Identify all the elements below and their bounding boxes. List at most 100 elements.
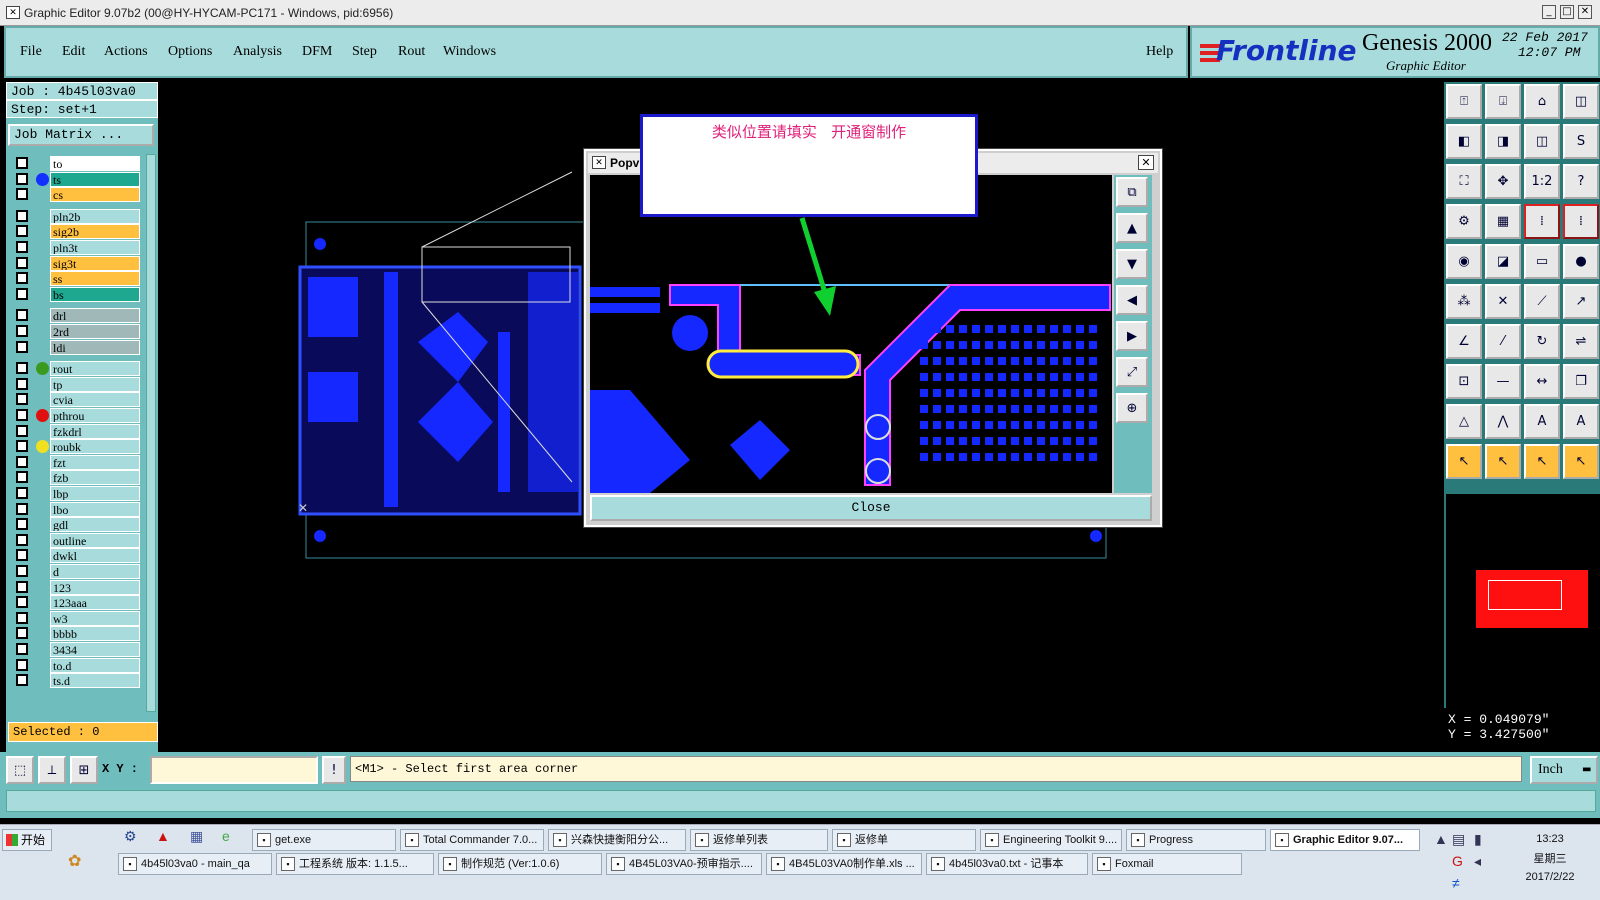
layer-checkbox[interactable] [16, 549, 28, 562]
layer-row[interactable]: bbbb [12, 626, 142, 642]
menu-actions[interactable]: Actions [104, 44, 148, 60]
popview-close-button[interactable]: Close [590, 495, 1152, 521]
layer-name[interactable]: dwkl [50, 548, 140, 564]
fit-screen-icon[interactable]: ⛶ [1446, 164, 1482, 199]
help-icon[interactable]: ? [1563, 164, 1599, 199]
menu-options[interactable]: Options [168, 44, 212, 60]
start-button[interactable]: 开始 [2, 829, 52, 851]
layer-name[interactable]: drl [50, 308, 140, 324]
pointer-multi-icon[interactable]: ↖ [1563, 444, 1599, 479]
layer-checkbox[interactable] [16, 643, 28, 655]
layer-checkbox[interactable] [16, 565, 28, 577]
layer-name[interactable]: lbp [50, 486, 140, 501]
layer-name[interactable]: ss [50, 271, 140, 287]
layer-name[interactable]: cvia [50, 392, 140, 408]
layer-row[interactable]: fzkdrl [12, 423, 142, 439]
layer-row[interactable]: pthrou [12, 408, 142, 423]
window-icon[interactable]: ◫ [1563, 84, 1599, 119]
popview-pan-left-icon[interactable]: ◀ [1116, 285, 1148, 315]
popview-fit-icon[interactable]: ⤢ [1116, 357, 1148, 387]
pointer-circle-icon[interactable]: ↖ [1524, 444, 1560, 479]
split-view-icon[interactable]: ◫ [1524, 124, 1560, 159]
layer-row[interactable]: w3 [12, 610, 142, 626]
mini-map[interactable] [1444, 494, 1600, 708]
panel-top-icon[interactable]: ⍐ [1446, 84, 1482, 119]
popview-pan-right-icon[interactable]: ▶ [1116, 321, 1148, 351]
layers-icon[interactable]: ⁞ [1524, 204, 1560, 239]
tray-app-icon[interactable]: G [1452, 853, 1463, 869]
popview-pan-down-icon[interactable]: ▼ [1116, 249, 1148, 279]
menu-step[interactable]: Step [352, 44, 377, 60]
layer-checkbox[interactable] [16, 502, 28, 515]
rotate-icon[interactable]: ↻ [1524, 324, 1560, 359]
menu-help[interactable]: Help [1146, 44, 1173, 60]
fit-profile-icon[interactable]: ✥ [1485, 164, 1521, 199]
layer-checkbox[interactable] [16, 377, 28, 390]
popview-zoom-icon[interactable]: ⧉ [1116, 177, 1148, 207]
grid-icon[interactable]: ⊞ [70, 756, 98, 784]
layer-row[interactable]: sig3t [12, 255, 142, 271]
layer-name[interactable]: pln3t [50, 240, 140, 255]
layer-checkbox[interactable] [16, 256, 28, 269]
layer-name[interactable]: roubk [50, 439, 140, 455]
layer-row[interactable]: cs [12, 187, 142, 203]
tray-device-icon[interactable]: ▤ [1452, 831, 1465, 848]
taskbar-item[interactable]: ▪ 4B45L03VA0-预审指示.... [606, 853, 762, 875]
layer-row[interactable]: rout [12, 361, 142, 377]
layer-name[interactable]: bbbb [50, 626, 140, 642]
layer-row[interactable]: 2rd [12, 324, 142, 339]
layer-name[interactable]: lbo [50, 501, 140, 517]
layer-checkbox[interactable] [16, 674, 28, 687]
taskbar-item[interactable]: ▪ 返修单 [832, 829, 976, 851]
quicklaunch-ie-icon[interactable]: e [222, 828, 230, 844]
layer-name[interactable]: sig3t [50, 255, 140, 271]
circle-icon[interactable]: ● [1563, 244, 1599, 279]
layer-row[interactable]: drl [12, 308, 142, 324]
quicklaunch-tools-icon[interactable]: ⚙ [124, 828, 137, 845]
angle-icon[interactable]: ∠ [1446, 324, 1482, 359]
line-node-icon[interactable]: ⟋ [1524, 284, 1560, 319]
ruler-icon[interactable]: ▭ [1524, 244, 1560, 279]
job-matrix-button[interactable]: Job Matrix ... [8, 124, 154, 146]
layer-name[interactable]: sig2b [50, 224, 140, 240]
close-window-button[interactable]: ✕ [1578, 5, 1592, 19]
layer-row[interactable]: pln3t [12, 240, 142, 255]
layer-checkbox[interactable] [16, 362, 28, 375]
layer-checkbox[interactable] [16, 325, 28, 337]
layer-checkbox[interactable] [16, 225, 28, 238]
taskbar-item[interactable]: ▪ Engineering Toolkit 9.... [980, 829, 1122, 851]
taskbar-item[interactable]: ▪ Total Commander 7.0... [400, 829, 544, 851]
tray-input-icon[interactable]: ≠ [1452, 875, 1460, 891]
layer-row[interactable]: outline [12, 532, 142, 548]
layer-row[interactable]: bs [12, 286, 142, 302]
layer-row[interactable]: fzb [12, 470, 142, 486]
layer-checkbox[interactable] [16, 340, 28, 353]
menu-analysis[interactable]: Analysis [233, 44, 282, 60]
maximize-button[interactable]: □ [1560, 5, 1574, 19]
layer-checkbox[interactable] [16, 309, 28, 322]
panel-bottom-icon[interactable]: ⍗ [1485, 84, 1521, 119]
layer-scrollbar[interactable] [146, 154, 156, 712]
layer-name[interactable]: cs [50, 187, 140, 203]
quicklaunch-pdf-icon[interactable]: ▲ [156, 828, 170, 844]
layer-name[interactable]: w3 [50, 610, 140, 626]
layer-row[interactable]: gdl [12, 517, 142, 533]
minimize-button[interactable]: _ [1542, 5, 1556, 19]
popview-canvas[interactable] [590, 175, 1112, 493]
taskbar-item[interactable]: ▪ 4b45l03va0.txt - 记事本 [926, 853, 1088, 875]
stretch-icon[interactable]: ↔ [1524, 364, 1560, 399]
layer-checkbox[interactable] [16, 580, 28, 593]
layer-name[interactable]: to.d [50, 657, 140, 673]
layer-row[interactable]: to [12, 156, 142, 171]
layer-name[interactable]: 123 [50, 579, 140, 595]
drill-icon[interactable]: ◉ [1446, 244, 1482, 279]
layer-row[interactable]: ts.d [12, 673, 142, 689]
arc-icon[interactable]: A [1524, 404, 1560, 439]
tray-icons[interactable]: ▲ ▤ ▮ G ◂ ≠ [1432, 827, 1494, 895]
taskbar-item[interactable]: ▪ 制作规范 (Ver:1.0.6) [438, 853, 602, 875]
taskbar-item[interactable]: ▪ 兴森快捷衡阳分公... [548, 829, 686, 851]
taskbar-item[interactable]: ▪ 4b45l03va0 - main_qa [118, 853, 272, 875]
layer-row[interactable]: ts [12, 171, 142, 187]
layer-row[interactable]: ss [12, 271, 142, 287]
layer-name[interactable]: tp [50, 376, 140, 392]
